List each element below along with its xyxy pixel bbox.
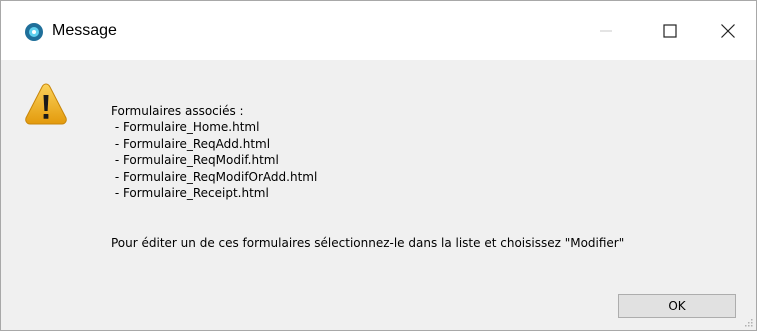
- message-text: Formulaires associés : - Formulaire_Home…: [111, 103, 317, 201]
- minimize-button[interactable]: [576, 1, 636, 60]
- resize-grip-icon[interactable]: [744, 318, 754, 328]
- list-item: - Formulaire_Home.html: [111, 120, 260, 135]
- warning-icon: [25, 83, 67, 125]
- message-dialog-window: Message Formulaires associés: - Formula…: [0, 0, 757, 331]
- window-title: Message: [52, 22, 117, 39]
- close-button[interactable]: [698, 1, 757, 60]
- message-footer: Pour éditer un de ces formulaires sélect…: [111, 236, 625, 250]
- list-item: - Formulaire_Receipt.html: [111, 186, 269, 201]
- list-item: - Formulaire_ReqModif.html: [111, 153, 279, 168]
- minimize-icon: [600, 30, 612, 31]
- app-logo-icon: [25, 23, 43, 41]
- list-item: - Formulaire_ReqAdd.html: [111, 136, 271, 151]
- message-heading: Formulaires associés :: [111, 104, 244, 118]
- ok-button[interactable]: OK: [618, 294, 736, 318]
- dialog-content: Formulaires associés : - Formulaire_Home…: [1, 60, 756, 330]
- maximize-button[interactable]: [640, 1, 700, 60]
- close-icon: [721, 23, 735, 38]
- list-item: - Formulaire_ReqModifOrAdd.html: [111, 169, 318, 184]
- title-bar[interactable]: Message: [1, 1, 756, 60]
- maximize-icon: [663, 23, 677, 38]
